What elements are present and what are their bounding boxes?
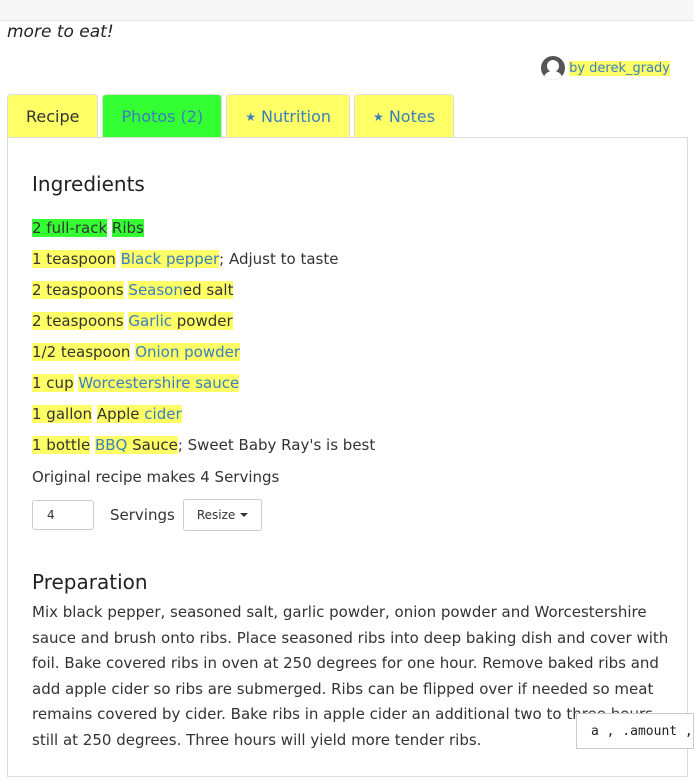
ingredient-amount: 2 teaspoons (32, 312, 124, 330)
ingredient-item: 2 teaspoons Garlic powder (32, 311, 233, 331)
ingredient-link[interactable]: Season (128, 281, 182, 299)
ingredient-amount: 1 teaspoon (32, 250, 116, 268)
resize-button-label: Resize (196, 508, 236, 522)
ingredient-amount: 1 cup (32, 374, 74, 392)
resize-button[interactable]: Resize (182, 499, 263, 531)
ingredient-item: 1 bottle BBQ Sauce; Sweet Baby Ray's is … (32, 435, 375, 455)
ingredient-item: 1 gallon Apple cider (32, 404, 182, 424)
ingredient-link[interactable]: Onion powder (135, 343, 241, 361)
ingredient-amount: 1/2 teaspoon (32, 343, 131, 361)
ingredient-name: powder (172, 312, 233, 330)
servings-label: Servings (110, 506, 175, 524)
recipe-tabs: Recipe Photos (2) ★ Nutrition ★ Notes (7, 94, 455, 138)
ingredient-amount: 2 full-rack (32, 219, 108, 237)
recipe-panel: Ingredients 2 full-rack Ribs 1 teaspoon … (7, 137, 688, 777)
user-avatar-icon (541, 56, 566, 80)
tab-recipe[interactable]: Recipe (7, 94, 99, 138)
ingredient-name: Sauce (127, 436, 178, 454)
star-icon: ★ (245, 109, 256, 124)
ingredient-item: 2 full-rack Ribs (32, 218, 144, 238)
star-icon: ★ (373, 109, 384, 124)
ingredient-item: 1 teaspoon Black pepper; Adjust to taste (32, 249, 338, 269)
ingredient-link[interactable]: cider (144, 405, 181, 423)
selector-tooltip: a , .amount , (576, 713, 694, 749)
ingredient-note: ; Adjust to taste (219, 250, 339, 268)
ingredient-item: 1 cup Worcestershire sauce (32, 373, 240, 393)
ingredient-amount: 1 gallon (32, 405, 93, 423)
ingredient-item: 1/2 teaspoon Onion powder (32, 342, 241, 362)
author-link[interactable]: by derek_grady (569, 60, 670, 76)
caret-down-icon (240, 513, 249, 517)
ingredient-note: ; Sweet Baby Ray's is best (177, 436, 376, 454)
tab-notes-label: Notes (388, 107, 436, 126)
ingredient-name: Apple (96, 405, 145, 423)
ingredient-amount: 1 bottle (32, 436, 91, 454)
preparation-heading: Preparation (32, 570, 148, 594)
top-strip (0, 0, 694, 21)
tab-nutrition[interactable]: ★ Nutrition (226, 94, 351, 138)
servings-input[interactable]: 4 (32, 500, 94, 530)
tab-photos-label: Photos (2) (121, 107, 204, 126)
ingredients-heading: Ingredients (32, 172, 145, 196)
tab-photos[interactable]: Photos (2) (102, 94, 223, 138)
intro-text: more to eat! (7, 22, 114, 42)
tab-nutrition-label: Nutrition (260, 107, 332, 126)
ingredient-link[interactable]: Garlic (128, 312, 172, 330)
servings-info: Original recipe makes 4 Servings (32, 468, 280, 486)
ingredient-link[interactable]: Worcestershire sauce (78, 374, 240, 392)
tab-recipe-label: Recipe (26, 107, 80, 126)
author-byline[interactable]: by derek_grady (541, 56, 670, 80)
ingredient-name: Ribs (111, 219, 144, 237)
ingredient-item: 2 teaspoons Seasoned salt (32, 280, 234, 300)
servings-resizer: 4 Servings Resize (32, 499, 263, 531)
ingredient-amount: 2 teaspoons (32, 281, 124, 299)
ingredient-link[interactable]: BBQ (95, 436, 127, 454)
ingredient-link[interactable]: Black pepper (120, 250, 220, 268)
tab-notes[interactable]: ★ Notes (354, 94, 455, 138)
ingredient-name: ed salt (182, 281, 234, 299)
